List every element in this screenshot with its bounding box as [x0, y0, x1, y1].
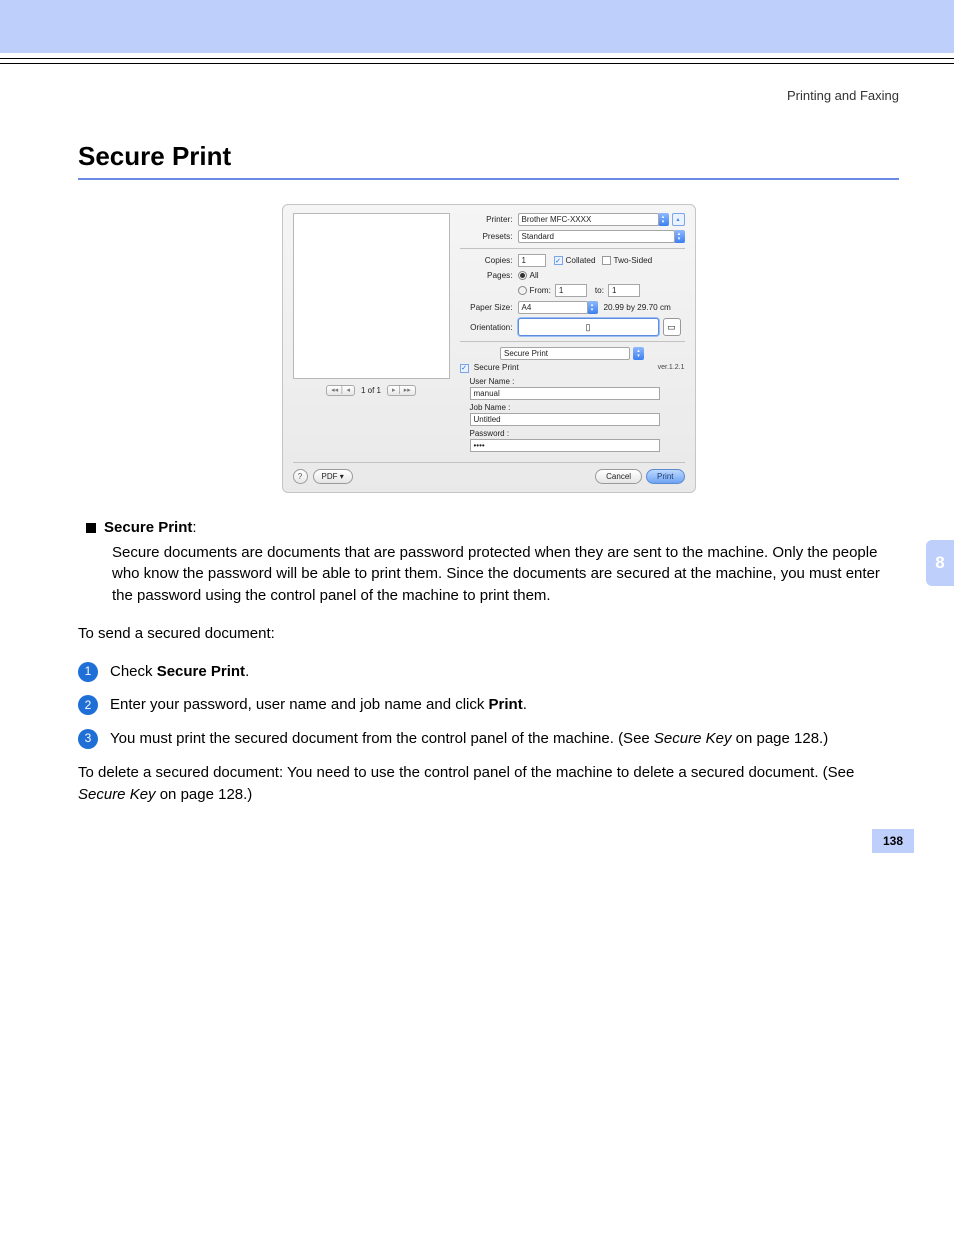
- help-button[interactable]: ?: [293, 469, 308, 484]
- divider: [460, 341, 685, 342]
- bullet-title: Secure Print: [104, 519, 192, 536]
- jobname-input[interactable]: Untitled: [470, 413, 660, 426]
- delete-paragraph: To delete a secured document: You need t…: [78, 762, 899, 806]
- printer-select[interactable]: Brother MFC-XXXX: [518, 213, 659, 226]
- step-2-text: Enter your password, user name and job n…: [110, 694, 527, 716]
- username-label: User Name :: [470, 377, 685, 386]
- nav-first-button[interactable]: ◂◂ │ ◂: [326, 385, 355, 396]
- pages-all-label: All: [530, 271, 539, 280]
- secureprint-label: Secure Print: [474, 363, 519, 372]
- jobname-label: Job Name :: [470, 403, 685, 412]
- collated-checkbox[interactable]: ✓: [554, 256, 563, 265]
- password-input[interactable]: ••••: [470, 439, 660, 452]
- page-number: 138: [872, 829, 914, 853]
- presets-select[interactable]: Standard: [518, 230, 675, 243]
- page-title: Secure Print: [78, 141, 899, 172]
- to-input[interactable]: 1: [608, 284, 640, 297]
- stepper-icon[interactable]: [658, 213, 669, 226]
- bullet-icon: [86, 523, 96, 533]
- printer-label: Printer:: [460, 215, 518, 224]
- print-dialog: ◂◂ │ ◂ 1 of 1 ▸ │ ▸▸ Printer: Brother MF…: [282, 204, 696, 493]
- copies-label: Copies:: [460, 256, 518, 265]
- from-input[interactable]: 1: [555, 284, 587, 297]
- step-2-badge: 2: [78, 695, 98, 715]
- step-1-badge: 1: [78, 662, 98, 682]
- step-1-text: Check Secure Print.: [110, 661, 249, 683]
- panel-select[interactable]: Secure Print: [500, 347, 630, 360]
- version-label: ver.1.2.1: [658, 364, 685, 371]
- stepper-icon[interactable]: [587, 301, 598, 314]
- nav-count: 1 of 1: [361, 386, 381, 395]
- to-label: to:: [595, 286, 604, 295]
- stepper-icon[interactable]: [633, 347, 644, 360]
- collated-label: Collated: [566, 256, 596, 265]
- pdf-button[interactable]: PDF ▾: [313, 469, 353, 484]
- stepper-icon[interactable]: [674, 230, 685, 243]
- divider: [460, 248, 685, 249]
- secureprint-checkbox[interactable]: ✓: [460, 364, 469, 373]
- print-button[interactable]: Print: [646, 469, 684, 484]
- papersize-select[interactable]: A4: [518, 301, 588, 314]
- page-preview: [293, 213, 450, 379]
- orientation-landscape-button[interactable]: ▭: [663, 318, 681, 336]
- cancel-button[interactable]: Cancel: [595, 469, 642, 484]
- orientation-label: Orientation:: [460, 323, 518, 332]
- twosided-checkbox[interactable]: ✓: [602, 256, 611, 265]
- pages-range-radio[interactable]: [518, 286, 527, 295]
- orientation-portrait-button[interactable]: ▯: [518, 318, 659, 336]
- papersize-dim: 20.99 by 29.70 cm: [604, 303, 671, 312]
- nav-last-button[interactable]: ▸ │ ▸▸: [387, 385, 416, 396]
- presets-label: Presets:: [460, 232, 518, 241]
- expand-button[interactable]: ▴: [672, 213, 685, 226]
- step-3-badge: 3: [78, 729, 98, 749]
- from-label: From:: [530, 286, 551, 295]
- username-input[interactable]: manual: [470, 387, 660, 400]
- pages-label: Pages:: [460, 271, 518, 280]
- pages-all-radio[interactable]: [518, 271, 527, 280]
- top-bar: [0, 0, 954, 58]
- copies-input[interactable]: 1: [518, 254, 546, 267]
- title-underline: [78, 178, 899, 180]
- step-3-text: You must print the secured document from…: [110, 728, 828, 750]
- send-intro: To send a secured document:: [78, 623, 899, 645]
- bullet-paragraph: Secure documents are documents that are …: [112, 542, 899, 607]
- password-label: Password :: [470, 429, 685, 438]
- twosided-label: Two-Sided: [614, 256, 653, 265]
- papersize-label: Paper Size:: [460, 303, 518, 312]
